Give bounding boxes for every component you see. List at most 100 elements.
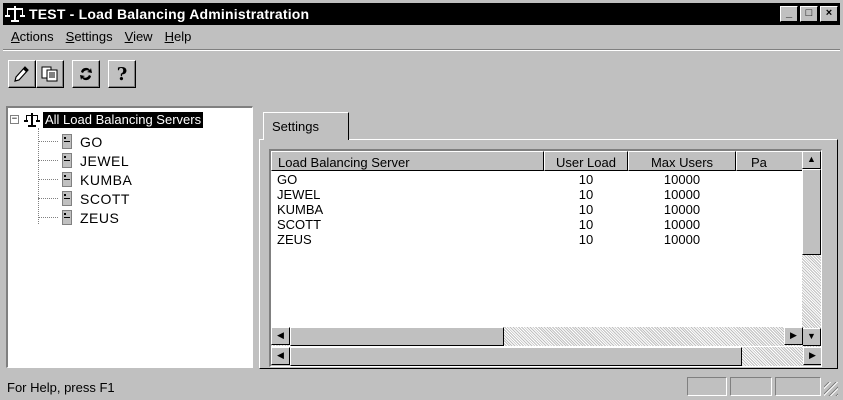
window-title: TEST - Load Balancing Administratration xyxy=(29,6,310,22)
cell-max-users: 10000 xyxy=(663,217,701,232)
status-text: For Help, press F1 xyxy=(7,380,115,395)
panel-horizontal-scroll-thumb[interactable] xyxy=(290,347,742,366)
help-button[interactable]: ? xyxy=(108,60,136,88)
edit-button[interactable] xyxy=(8,60,36,88)
scroll-down-button[interactable]: ▼ xyxy=(802,328,821,346)
tree-item-kumba[interactable]: KUMBA xyxy=(38,170,132,189)
tree-item-label: JEWEL xyxy=(80,152,130,169)
title-bar[interactable]: TEST - Load Balancing Administratration … xyxy=(3,3,840,25)
table-row[interactable]: KUMBA 10 10000 xyxy=(271,202,736,217)
server-tree[interactable]: − All Load Balancing Servers GO JEWEL KU… xyxy=(6,106,253,368)
list-horizontal-scroll-thumb[interactable] xyxy=(290,327,504,346)
column-header-pa[interactable]: Pa xyxy=(736,151,806,171)
tree-branch xyxy=(38,141,58,142)
list-horizontal-scrollbar[interactable]: ◀ ▶ xyxy=(271,327,803,346)
close-button[interactable]: × xyxy=(820,6,838,22)
tree-branch xyxy=(38,217,58,218)
cell-max-users: 10000 xyxy=(663,232,701,247)
tree-branch xyxy=(38,198,58,199)
help-icon: ? xyxy=(116,63,128,85)
cell-max-users: 10000 xyxy=(663,202,701,217)
menu-view-mnemonic: V xyxy=(124,28,134,44)
table-row[interactable]: ZEUS 10 10000 xyxy=(271,232,736,247)
tab-settings[interactable]: Settings xyxy=(263,112,349,140)
table-row[interactable]: JEWEL 10 10000 xyxy=(271,187,736,202)
refresh-icon xyxy=(80,67,92,81)
vertical-scrollbar[interactable]: ▲ ▼ xyxy=(802,151,821,347)
close-icon: × xyxy=(825,7,833,19)
cell-server: JEWEL xyxy=(277,187,321,202)
table-row[interactable]: SCOTT 10 10000 xyxy=(271,217,736,232)
vertical-scroll-thumb[interactable] xyxy=(802,169,821,255)
column-header-server[interactable]: Load Balancing Server xyxy=(271,151,544,171)
menu-actions-mnemonic: A xyxy=(11,28,20,44)
cell-server: KUMBA xyxy=(277,202,324,217)
tree-item-scott[interactable]: SCOTT xyxy=(38,189,130,208)
cell-max-users: 10000 xyxy=(663,172,701,187)
server-icon xyxy=(62,153,72,168)
app-icon xyxy=(5,6,25,22)
cell-user-load: 10 xyxy=(578,187,594,202)
menu-view-label: iew xyxy=(133,28,153,44)
server-list[interactable]: Load Balancing Server User Load Max User… xyxy=(269,149,822,367)
menu-settings-label: ettings xyxy=(74,28,113,44)
server-icon xyxy=(62,191,72,206)
panel-scroll-right-button[interactable]: ▶ xyxy=(803,347,821,365)
menu-actions-label: ctions xyxy=(19,28,54,44)
tree-item-jewel[interactable]: JEWEL xyxy=(38,151,129,170)
server-icon xyxy=(62,210,72,225)
list-header: Load Balancing Server User Load Max User… xyxy=(271,151,806,171)
toolbar-separator xyxy=(3,49,840,51)
menu-view[interactable]: View xyxy=(121,29,157,44)
cell-user-load: 10 xyxy=(578,172,594,187)
app-window: TEST - Load Balancing Administratration … xyxy=(0,0,843,400)
collapse-icon[interactable]: − xyxy=(10,115,19,124)
maximize-icon: □ xyxy=(805,7,813,19)
servers-group-icon xyxy=(24,112,40,127)
menu-help-mnemonic: H xyxy=(164,28,174,44)
tree-branch xyxy=(38,179,58,180)
minimize-button[interactable]: _ xyxy=(780,6,798,22)
cell-user-load: 10 xyxy=(578,232,594,247)
menu-settings-mnemonic: S xyxy=(65,28,75,44)
toolbar: ? xyxy=(8,60,136,90)
menu-help[interactable]: Help xyxy=(161,29,196,44)
cell-server: SCOTT xyxy=(277,217,322,232)
tree-item-label: SCOTT xyxy=(80,190,130,207)
status-pane xyxy=(775,377,821,396)
tree-item-go[interactable]: GO xyxy=(38,132,103,151)
server-icon xyxy=(62,134,72,149)
window-controls: _ □ × xyxy=(778,6,838,22)
tree-item-label: ZEUS xyxy=(80,209,120,226)
resize-grip-icon[interactable] xyxy=(824,382,838,396)
menu-help-label: elp xyxy=(173,28,192,44)
refresh-button[interactable] xyxy=(72,60,100,88)
status-bar: For Help, press F1 xyxy=(3,374,840,398)
maximize-button[interactable]: □ xyxy=(800,6,818,22)
scroll-right-button[interactable]: ▶ xyxy=(784,327,803,345)
server-icon xyxy=(62,172,72,187)
column-header-user-load[interactable]: User Load xyxy=(544,151,628,171)
toolbar-gap xyxy=(64,60,72,90)
menu-settings[interactable]: Settings xyxy=(62,29,117,44)
tree-item-zeus[interactable]: ZEUS xyxy=(38,208,119,227)
copy-icon xyxy=(41,66,58,82)
list-rows: GO 10 10000 JEWEL 10 10000 KUMBA 10 1000… xyxy=(271,172,736,247)
table-row[interactable]: GO 10 10000 xyxy=(271,172,736,187)
menu-actions[interactable]: Actions xyxy=(7,29,58,44)
toolbar-gap xyxy=(100,60,108,90)
tree-root[interactable]: − All Load Balancing Servers xyxy=(10,111,204,128)
tab-settings-label: Settings xyxy=(272,119,319,134)
status-pane xyxy=(730,377,772,396)
cell-max-users: 10000 xyxy=(663,187,701,202)
scroll-up-button[interactable]: ▲ xyxy=(802,151,821,169)
tree-root-label: All Load Balancing Servers xyxy=(43,111,204,128)
column-header-max-users[interactable]: Max Users xyxy=(628,151,736,171)
cell-user-load: 10 xyxy=(578,217,594,232)
menu-bar: Actions Settings View Help xyxy=(3,25,840,47)
panel-horizontal-scrollbar[interactable]: ◀ ▶ xyxy=(271,347,821,366)
tree-item-label: KUMBA xyxy=(80,171,133,188)
scroll-left-button[interactable]: ◀ xyxy=(271,327,290,345)
copy-button[interactable] xyxy=(36,60,64,88)
panel-scroll-left-button[interactable]: ◀ xyxy=(271,347,290,365)
